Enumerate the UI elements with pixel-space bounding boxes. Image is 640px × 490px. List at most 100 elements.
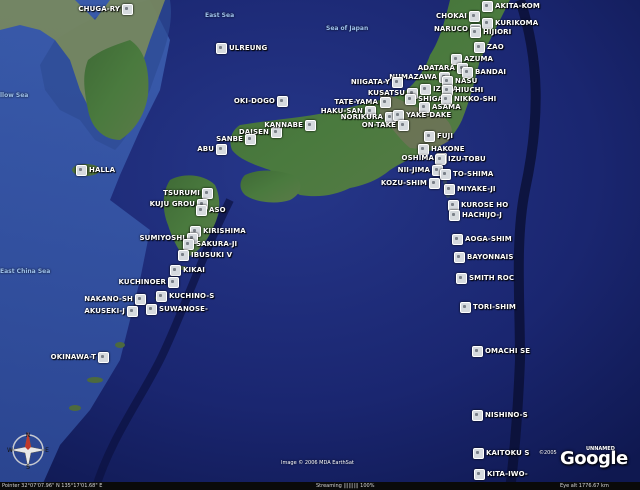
- volcano-label: SAKURA-JI: [196, 240, 238, 248]
- volcano-label: BAYONNAIS: [467, 253, 514, 261]
- volcano-label: SANBE: [216, 135, 243, 143]
- volcano-label: TORI-SHIM: [473, 303, 516, 311]
- volcano-marker[interactable]: CHOKAI: [434, 10, 480, 22]
- sea-label-yellow-sea: llow Sea: [0, 92, 29, 99]
- volcano-label: ABU: [197, 145, 214, 153]
- volcano-label: KANNABE: [264, 121, 303, 129]
- volcano-marker[interactable]: KAITOKU S: [473, 447, 532, 459]
- volcano-marker[interactable]: HACHIJO-J: [449, 209, 504, 221]
- volcano-marker[interactable]: KANNABE: [262, 119, 316, 131]
- volcano-marker[interactable]: ULREUNG: [216, 42, 269, 54]
- volcano-icon: [440, 168, 451, 180]
- volcano-marker[interactable]: ON-TAKE: [360, 119, 409, 131]
- compass-icon: N S E W: [7, 431, 49, 471]
- volcano-icon: [245, 133, 256, 145]
- volcano-icon: [435, 153, 446, 165]
- volcano-label: TSURUMI: [163, 189, 200, 197]
- volcano-icon: [460, 301, 471, 313]
- volcano-marker[interactable]: TORI-SHIM: [460, 301, 518, 313]
- volcano-marker[interactable]: KIRISHIMA: [190, 225, 248, 237]
- volcano-label: NISHINO-S: [485, 411, 528, 419]
- volcano-icon: [76, 164, 87, 176]
- volcano-marker[interactable]: OMACHI SE: [472, 345, 532, 357]
- volcano-icon: [444, 183, 455, 195]
- volcano-marker[interactable]: AKUSEKI-J: [82, 305, 138, 317]
- navigation-compass[interactable]: N S E W: [6, 428, 50, 472]
- volcano-icon: [170, 264, 181, 276]
- volcano-marker[interactable]: AKITA-KOM: [482, 0, 542, 12]
- volcano-label: OKINAWA-T: [50, 353, 96, 361]
- volcano-label: KIRISHIMA: [203, 227, 246, 235]
- volcano-label: NII-JIMA: [397, 166, 430, 174]
- volcano-label: SUWANOSE-: [159, 305, 208, 313]
- volcano-marker[interactable]: FUJI: [424, 130, 455, 142]
- volcano-label: MIYAKE-JI: [457, 185, 496, 193]
- volcano-marker[interactable]: SUWANOSE-: [146, 303, 210, 315]
- eye-altitude: Eye alt 1776.67 km: [560, 483, 609, 489]
- volcano-icon: [454, 251, 465, 263]
- volcano-label: CHOKAI: [436, 12, 467, 20]
- volcano-marker[interactable]: IBUSUKI V: [178, 249, 234, 261]
- volcano-label: KUROSE HO: [461, 201, 509, 209]
- volcano-label: SUMIYOSHI: [139, 234, 185, 242]
- volcano-icon: [122, 3, 133, 15]
- volcano-label: OSHIMA: [401, 154, 434, 162]
- volcano-marker[interactable]: NII-JIMA: [396, 164, 443, 176]
- volcano-label: HIJIORI: [483, 28, 512, 36]
- volcano-icon: [202, 187, 213, 199]
- compass-n: N: [26, 432, 31, 439]
- volcano-marker[interactable]: SMITH ROC: [456, 272, 516, 284]
- volcano-marker[interactable]: AOGA-SHIM: [452, 233, 514, 245]
- volcano-label: IBUSUKI V: [191, 251, 233, 259]
- volcano-icon: [472, 345, 483, 357]
- google-logo: Google: [560, 448, 628, 469]
- volcano-icon: [216, 42, 227, 54]
- compass-e: E: [45, 447, 49, 454]
- volcano-icon: [277, 95, 288, 107]
- volcano-label: YAKE-DAKE: [406, 111, 452, 119]
- volcano-icon: [216, 143, 227, 155]
- volcano-marker[interactable]: KIKAI: [170, 264, 207, 276]
- volcano-icon: [474, 468, 485, 480]
- volcano-marker[interactable]: HIJIORI: [470, 26, 513, 38]
- volcano-icon: [178, 249, 189, 261]
- volcano-icon: [482, 0, 493, 12]
- volcano-marker[interactable]: OKI-DOGO: [232, 95, 288, 107]
- volcano-marker[interactable]: KOZU-SHIM: [379, 177, 440, 189]
- volcano-marker[interactable]: ZAO: [474, 41, 506, 53]
- sea-label-sea-of-japan: Sea of Japan: [326, 25, 369, 32]
- volcano-marker[interactable]: BAYONNAIS: [454, 251, 516, 263]
- volcano-label: KAITOKU S: [486, 449, 530, 457]
- volcano-marker[interactable]: NAKANO-SH: [82, 293, 146, 305]
- volcano-marker[interactable]: KUCHINOER: [117, 276, 179, 288]
- volcano-icon: [424, 130, 435, 142]
- volcano-label: KUCHINOER: [118, 278, 166, 286]
- volcano-marker[interactable]: ABU: [195, 143, 227, 155]
- volcano-icon: [146, 303, 157, 315]
- volcano-label: OKI-DOGO: [233, 97, 275, 105]
- volcano-label: AOGA-SHIM: [465, 235, 512, 243]
- volcano-marker[interactable]: OKINAWA-T: [49, 351, 109, 363]
- streaming-status: Streaming ||||||||| 100%: [316, 483, 375, 489]
- volcano-marker[interactable]: ASO: [196, 204, 228, 216]
- volcano-label: NAKANO-SH: [84, 295, 133, 303]
- volcano-label: ULREUNG: [229, 44, 268, 52]
- volcano-label: KIKAI: [183, 266, 205, 274]
- map-view[interactable]: East Sea Sea of Japan llow Sea East Chin…: [0, 0, 640, 490]
- volcano-marker[interactable]: NISHINO-S: [472, 409, 530, 421]
- volcano-label: AKITA-KOM: [495, 2, 540, 10]
- volcano-icon: [98, 351, 109, 363]
- volcano-icon: [429, 177, 440, 189]
- volcano-marker[interactable]: MIYAKE-JI: [444, 183, 498, 195]
- volcano-label: ON-TAKE: [361, 121, 396, 129]
- volcano-icon: [168, 276, 179, 288]
- volcano-marker[interactable]: CHUGA-RY: [76, 3, 133, 15]
- imagery-credit: Image © 2006 MDA EarthSat: [281, 460, 354, 466]
- volcano-label: CHUGA-RY: [78, 5, 120, 13]
- volcano-marker[interactable]: KITA-IWO-: [474, 468, 530, 480]
- volcano-marker[interactable]: KUCHINO-S: [156, 290, 216, 302]
- volcano-label: KOZU-SHIM: [380, 179, 427, 187]
- volcano-marker[interactable]: HALLA: [76, 164, 117, 176]
- compass-w: W: [7, 447, 13, 454]
- volcano-marker[interactable]: TO-SHIMA: [440, 168, 495, 180]
